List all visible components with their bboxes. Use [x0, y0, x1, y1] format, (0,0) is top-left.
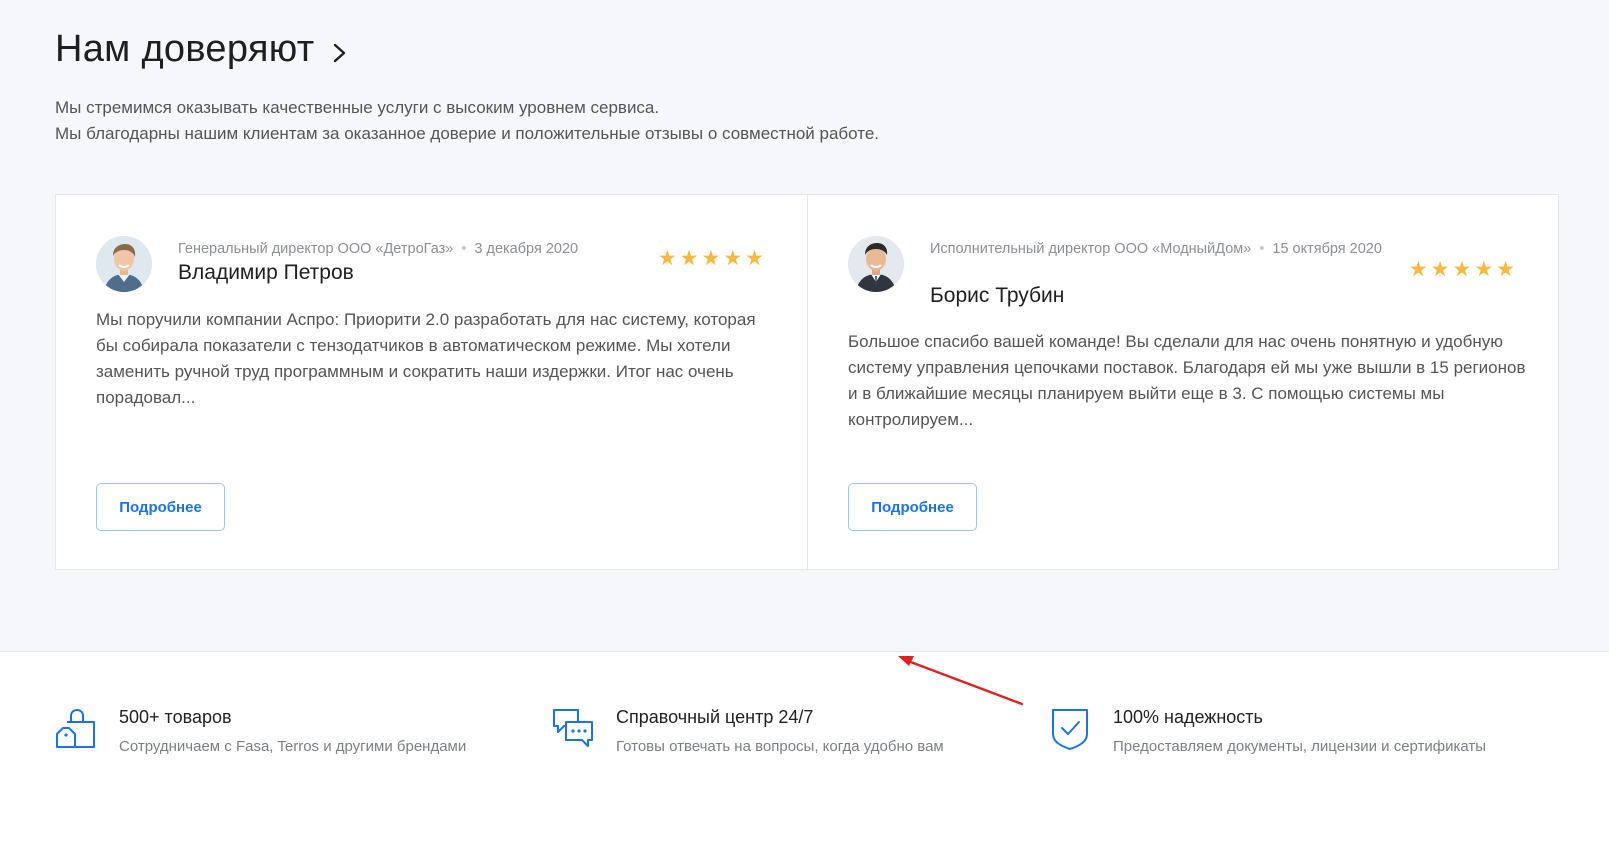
reviewer-name: Борис Трубин: [930, 284, 1065, 307]
feature-subtitle: Предоставляем документы, лицензии и серт…: [1113, 738, 1487, 755]
feature-title: Справочный центр 24/7: [616, 707, 814, 727]
reviews-list: Генеральный директор ООО «ДетроГаз» • 3 де…: [55, 194, 1559, 570]
features-row: 500+ товаров Сотрудничаем с Fasa, Terros…: [0, 700, 1609, 800]
section-title-link[interactable]: Нам доверяют: [55, 28, 348, 71]
section-title: Нам доверяют: [55, 28, 315, 70]
separator-dot: •: [1259, 241, 1265, 257]
feature-title: 500+ товаров: [119, 707, 232, 727]
review-meta: Генеральный директор ООО «ДетроГаз» • 3 де…: [178, 237, 578, 261]
chevron-right-icon: [334, 43, 346, 62]
read-more-button[interactable]: Подробнее: [96, 483, 225, 531]
read-more-button[interactable]: Подробнее: [848, 483, 977, 531]
section-intro: Мы стремимся оказывать качественные услу…: [55, 95, 879, 147]
separator-dot: •: [461, 241, 467, 257]
review-date: 15 октября 2020: [1272, 241, 1382, 257]
chat-bubbles-icon: [553, 709, 593, 747]
shopping-bags-icon: [56, 708, 95, 748]
reviewer-name: Владимир Петров: [178, 261, 354, 284]
shield-check-icon: [1052, 709, 1088, 750]
feature-item: 100% надежность Предоставляем документы,…: [1049, 700, 1486, 757]
review-position: Генеральный директор ООО «ДетроГаз»: [178, 241, 454, 257]
star-rating: ★★★★★: [657, 247, 767, 270]
review-text: Большое спасибо вашей команде! Вы сделал…: [848, 332, 1526, 429]
feature-item: 500+ товаров Сотрудничаем с Fasa, Terros…: [55, 700, 466, 757]
avatar: [96, 236, 152, 292]
feature-item: Справочный центр 24/7 Готовы отвечать на…: [552, 700, 944, 757]
feature-subtitle: Готовы отвечать на вопросы, когда удобно…: [616, 738, 944, 755]
intro-line: Мы благодарны нашим клиентам за оказанно…: [55, 124, 880, 143]
review-position: Исполнительный директор ООО «МодныйДом»: [930, 241, 1252, 257]
review-card: Исполнительный директор ООО «МодныйДом» •…: [807, 195, 1558, 569]
feature-title: 100% надежность: [1113, 707, 1263, 727]
testimonials-section: Нам доверяют Мы стремимся оказывать каче…: [0, 0, 1609, 652]
intro-line: Мы стремимся оказывать качественные услу…: [55, 98, 660, 117]
review-text: Мы поручили компании Аспро: Приорити 2.0…: [96, 310, 756, 407]
review-date: 3 декабря 2020: [474, 241, 579, 257]
feature-subtitle: Сотрудничаем с Fasa, Terros и другими бр…: [119, 738, 467, 755]
review-card: Генеральный директор ООО «ДетроГаз» • 3 де…: [56, 195, 807, 569]
star-rating: ★★★★★: [1408, 258, 1518, 281]
review-meta: Исполнительный директор ООО «МодныйДом» •…: [930, 237, 1400, 261]
avatar: [848, 236, 904, 292]
